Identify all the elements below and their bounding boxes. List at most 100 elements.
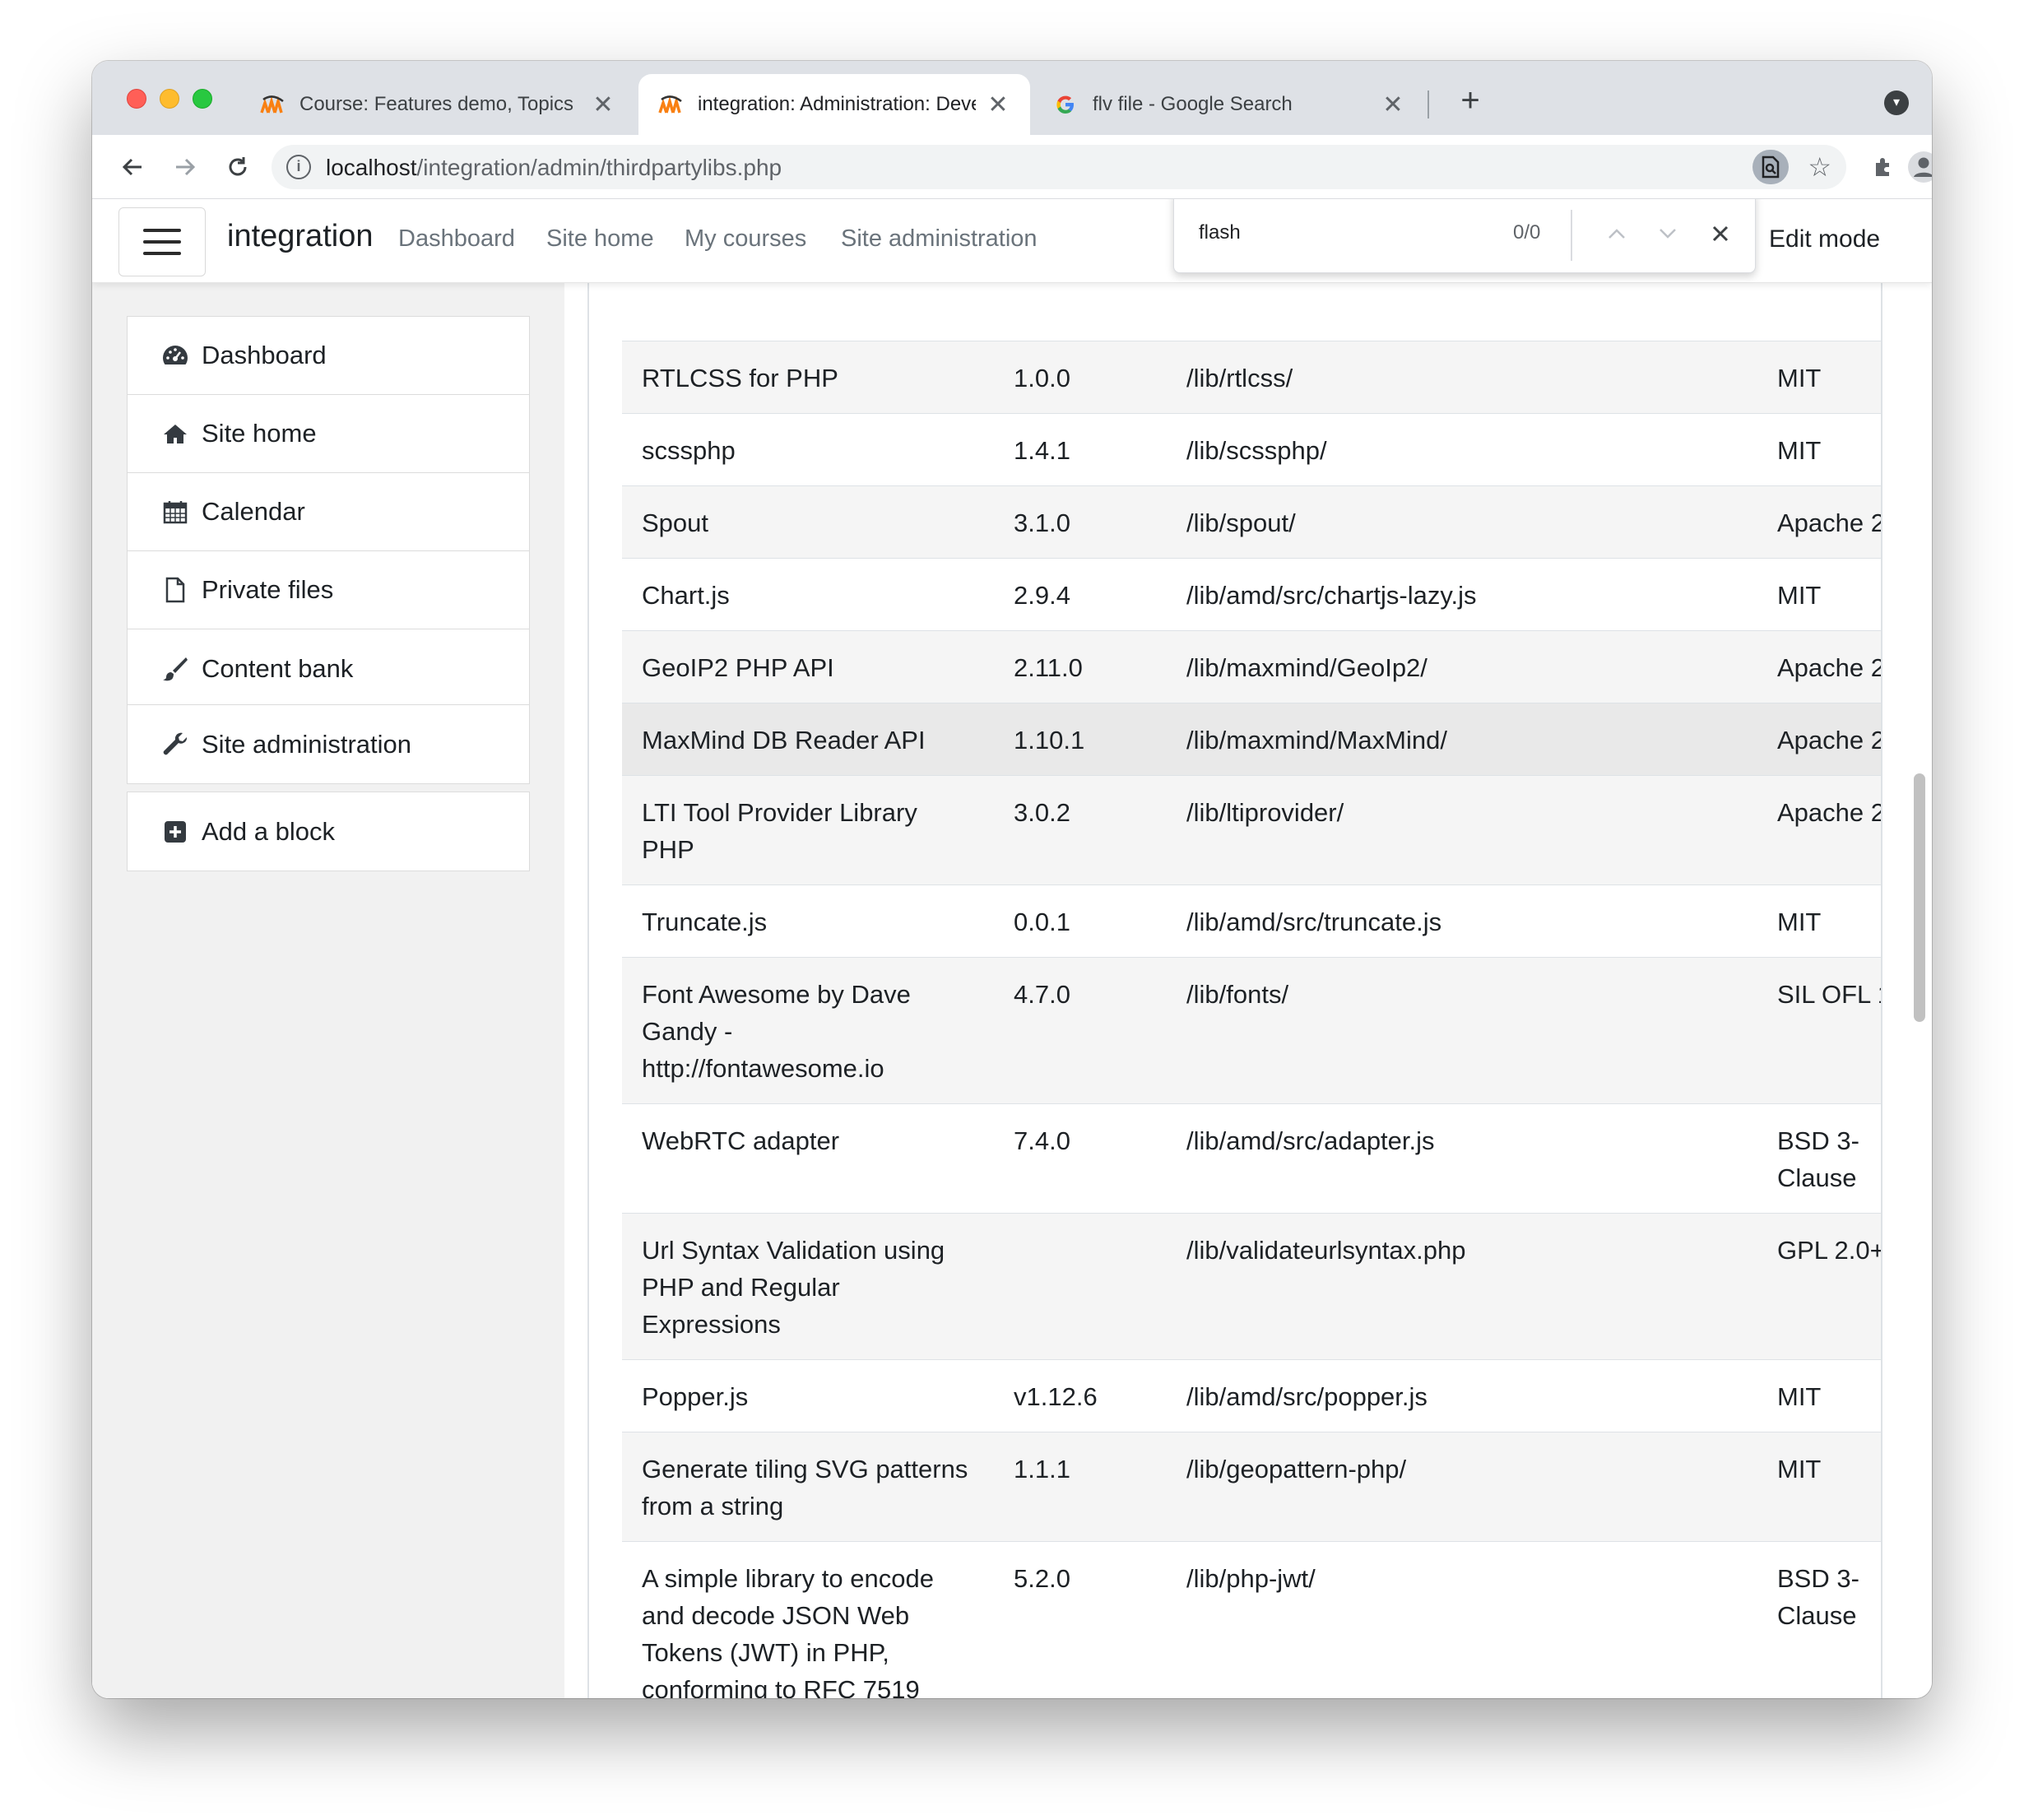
maximize-window-button[interactable] [193, 89, 212, 109]
tab-title: integration: Administration: Development [698, 93, 976, 115]
find-in-page-icon[interactable] [1752, 150, 1789, 184]
bookmark-star-icon[interactable]: ☆ [1808, 151, 1831, 183]
find-close-icon[interactable] [1702, 213, 1739, 254]
library-license-cell: MIT [1757, 1432, 1881, 1542]
address-bar[interactable]: i localhost/integration/admin/thirdparty… [272, 145, 1846, 189]
site-brand[interactable]: integration [227, 219, 373, 254]
url-host: localhost [326, 155, 417, 180]
drawer-item-site-administration[interactable]: Site administration [128, 705, 529, 783]
plus-square-icon [160, 817, 190, 847]
edit-mode-toggle[interactable]: Edit mode [1769, 225, 1880, 253]
forward-icon[interactable] [165, 146, 206, 188]
find-input[interactable]: flash [1199, 221, 1241, 244]
library-location-cell: /lib/amd/src/chartjs-lazy.js [1167, 558, 1757, 631]
library-version-cell: 1.0.0 [994, 341, 1167, 414]
drawer-item-label: Site administration [202, 729, 412, 759]
table-row: Truncate.js 0.0.1/lib/amd/src/truncate.js… [622, 884, 1881, 958]
reload-icon[interactable] [217, 146, 258, 188]
library-license-cell: MIT [1757, 1359, 1881, 1432]
library-version-cell: 1.10.1 [994, 703, 1167, 776]
table-row: Popper.js v1.12.6/lib/amd/src/popper.js MI… [622, 1359, 1881, 1432]
wrench-icon [160, 730, 190, 759]
drawer-item-label: Calendar [202, 497, 305, 526]
library-license-cell: BSD 3-Clause [1757, 1541, 1881, 1698]
drawer-item-calendar[interactable]: Calendar [128, 473, 529, 551]
library-license-cell: Apache 2 [1757, 485, 1881, 559]
nav-link-my-courses[interactable]: My courses [685, 225, 806, 253]
library-license-cell: MIT [1757, 558, 1881, 631]
drawer-item-label: Add a block [202, 816, 335, 846]
browser-window: Course: Features demo, Topics ✕ integrat… [92, 61, 1932, 1698]
tab-search-icon[interactable]: ▾ [1884, 91, 1909, 115]
table-row: MaxMind DB Reader API 1.10.1/lib/maxmind/… [622, 703, 1881, 776]
nav-link-dashboard[interactable]: Dashboard [398, 225, 515, 253]
extensions-icon[interactable] [1863, 146, 1904, 188]
third-party-libraries-table-wrap: RTLCSS for PHP 1.0.0/lib/rtlcss/MIT scssph… [622, 341, 1881, 1698]
find-next-icon[interactable] [1650, 213, 1686, 254]
paintbrush-icon [160, 654, 190, 684]
library-location-cell: /lib/scssphp/ [1167, 413, 1757, 486]
url-text: localhost/integration/admin/thirdpartyli… [326, 155, 782, 181]
library-version-cell: v1.12.6 [994, 1359, 1167, 1432]
dashboard-icon [160, 341, 190, 370]
tab-google-search[interactable]: flv file - Google Search ✕ [1033, 74, 1425, 135]
drawer-item-label: Private files [202, 575, 334, 604]
table-row: Chart.js 2.9.4/lib/amd/src/chartjs-lazy.j… [622, 558, 1881, 631]
add-a-block-button[interactable]: Add a block [128, 792, 529, 871]
library-version-cell: 4.7.0 [994, 957, 1167, 1104]
close-icon[interactable]: ✕ [591, 91, 615, 119]
library-name-cell: Font Awesome by Dave Gandy - http://font… [622, 957, 994, 1104]
library-location-cell: /lib/maxmind/MaxMind/ [1167, 703, 1757, 776]
drawer-toggle-button[interactable] [118, 207, 206, 276]
library-license-cell: Apache 2 [1757, 775, 1881, 885]
library-name-cell: scssphp [622, 413, 994, 486]
library-name-cell: Url Syntax Validation using PHP and Regu… [622, 1213, 994, 1360]
nav-link-site-home[interactable]: Site home [546, 225, 654, 253]
library-name-cell: Popper.js [622, 1359, 994, 1432]
close-icon[interactable]: ✕ [986, 91, 1010, 119]
new-tab-button[interactable]: + [1451, 82, 1489, 120]
library-license-cell: BSD 3-Clause [1757, 1103, 1881, 1214]
drawer-item-content-bank[interactable]: Content bank [128, 629, 529, 708]
tab-course-features-demo[interactable]: Course: Features demo, Topics ✕ [240, 74, 635, 135]
library-name-cell: LTI Tool Provider Library PHP [622, 775, 994, 885]
drawer-item-dashboard[interactable]: Dashboard [128, 317, 529, 395]
library-version-cell: 1.1.1 [994, 1432, 1167, 1542]
drawer-item-private-files[interactable]: Private files [128, 551, 529, 629]
library-location-cell: /lib/geopattern-php/ [1167, 1432, 1757, 1542]
profile-avatar-icon[interactable] [1907, 146, 1932, 188]
tab-integration-administration[interactable]: integration: Administration: Development… [638, 74, 1030, 135]
table-row: Generate tiling SVG patterns from a stri… [622, 1432, 1881, 1542]
drawer-item-site-home[interactable]: Site home [128, 395, 529, 473]
library-license-cell: MIT [1757, 413, 1881, 486]
minimize-window-button[interactable] [160, 89, 179, 109]
close-icon[interactable]: ✕ [1381, 91, 1405, 119]
navigation-block: Dashboard Site home Calendar Private fil… [127, 316, 530, 708]
library-license-cell: GPL 2.0+ [1757, 1213, 1881, 1360]
library-name-cell: RTLCSS for PHP [622, 341, 994, 414]
close-window-button[interactable] [127, 89, 146, 109]
library-location-cell: /lib/maxmind/GeoIp2/ [1167, 630, 1757, 703]
info-icon[interactable]: i [286, 155, 311, 179]
find-previous-icon[interactable] [1599, 213, 1635, 254]
add-block-block: Add a block [127, 792, 530, 871]
library-name-cell: Truncate.js [622, 884, 994, 958]
browser-toolbar: i localhost/integration/admin/thirdparty… [92, 135, 1932, 199]
library-name-cell: Spout [622, 485, 994, 559]
library-name-cell: Chart.js [622, 558, 994, 631]
moodle-icon [260, 92, 285, 117]
nav-link-site-administration[interactable]: Site administration [841, 225, 1038, 253]
library-license-cell: MIT [1757, 884, 1881, 958]
library-name-cell: A simple library to encode and decode JS… [622, 1541, 994, 1698]
table-row: RTLCSS for PHP 1.0.0/lib/rtlcss/MIT [622, 341, 1881, 414]
table-row: LTI Tool Provider Library PHP 3.0.2/lib/l… [622, 775, 1881, 885]
back-icon[interactable] [112, 146, 153, 188]
tab-separator [1427, 91, 1429, 118]
tab-title: flv file - Google Search [1093, 93, 1293, 115]
third-party-libraries-table: RTLCSS for PHP 1.0.0/lib/rtlcss/MIT scssph… [622, 341, 1881, 1698]
drawer-item-label: Site home [202, 419, 317, 448]
page-scrollbar[interactable] [1914, 773, 1925, 1022]
table-row: A simple library to encode and decode JS… [622, 1541, 1881, 1698]
left-drawer: Dashboard Site home Calendar Private fil… [92, 283, 564, 1698]
table-row: Url Syntax Validation using PHP and Regu… [622, 1213, 1881, 1360]
